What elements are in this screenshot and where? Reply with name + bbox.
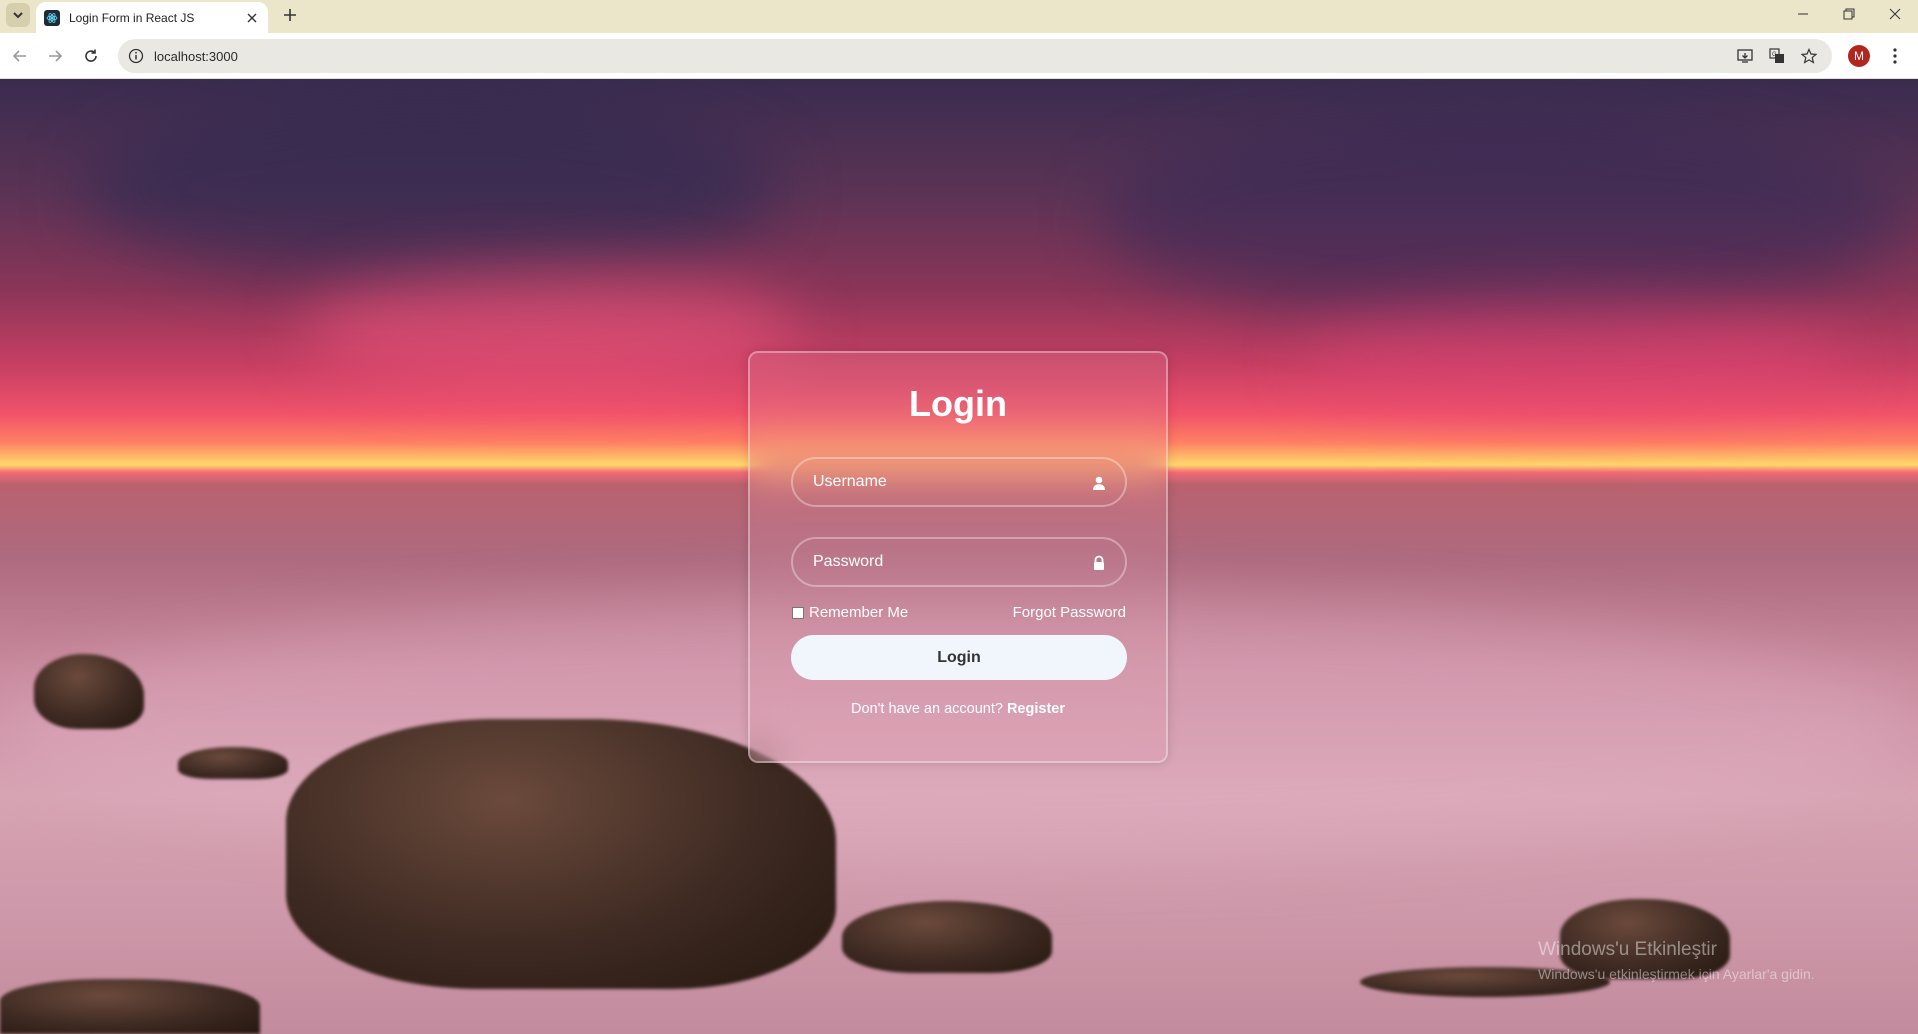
chevron-down-icon <box>13 12 23 19</box>
register-link[interactable]: Register <box>1007 701 1065 717</box>
password-input[interactable] <box>793 539 1125 585</box>
login-title: Login <box>909 383 1007 424</box>
minimize-icon <box>1798 13 1808 15</box>
cloud-shape <box>80 99 780 279</box>
translate-icon[interactable]: G <box>1764 43 1790 69</box>
restore-button[interactable] <box>1826 0 1872 28</box>
forward-button[interactable] <box>41 42 69 70</box>
back-button[interactable] <box>6 42 34 70</box>
watermark-title: Windows'u Etkinleştir <box>1538 939 1717 960</box>
profile-avatar[interactable]: M <box>1848 45 1870 67</box>
more-vertical-icon <box>1893 48 1897 64</box>
remember-me[interactable]: Remember Me <box>792 604 908 621</box>
arrow-right-icon <box>49 50 62 62</box>
reload-icon <box>85 49 97 62</box>
tab-title: Login Form in React JS <box>69 10 195 25</box>
username-field-wrapper <box>791 457 1127 507</box>
info-icon[interactable] <box>128 48 144 64</box>
browser-toolbar: localhost:3000 G M <box>0 33 1918 79</box>
register-prompt: Don't have an account? Register <box>750 701 1166 717</box>
forgot-password-link[interactable]: Forgot Password <box>1013 604 1126 621</box>
login-page-background: Login Remember Me Forgot Password Login … <box>0 79 1918 1034</box>
rock-shape <box>178 747 288 779</box>
remember-me-checkbox[interactable] <box>792 606 804 619</box>
close-icon[interactable] <box>244 10 260 26</box>
username-input[interactable] <box>793 459 1125 505</box>
remember-me-label: Remember Me <box>809 604 909 621</box>
register-prompt-text: Don't have an account? <box>851 701 1003 717</box>
close-window-button[interactable] <box>1872 0 1918 28</box>
react-logo-icon <box>44 9 60 26</box>
browser-menu-button[interactable] <box>1884 45 1906 67</box>
cloud-shape <box>300 269 800 389</box>
arrow-left-icon <box>13 50 26 62</box>
address-bar[interactable]: localhost:3000 G <box>118 39 1832 73</box>
tab-strip: Login Form in React JS <box>0 0 1918 33</box>
minimize-button[interactable] <box>1780 0 1826 28</box>
star-icon[interactable] <box>1796 43 1822 69</box>
plus-icon <box>284 9 296 21</box>
password-field-wrapper <box>791 537 1127 587</box>
new-tab-button[interactable] <box>278 3 302 27</box>
install-app-icon[interactable] <box>1732 43 1758 69</box>
restore-icon <box>1843 8 1855 20</box>
user-icon <box>1093 476 1105 490</box>
url-text[interactable]: localhost:3000 <box>154 49 238 64</box>
windows-activation-watermark: Windows'u Etkinleştir Windows'u etkinleş… <box>1538 939 1815 982</box>
lock-icon <box>1094 555 1104 570</box>
rock-shape <box>0 979 260 1034</box>
rock-shape <box>842 901 1052 973</box>
browser-tab[interactable]: Login Form in React JS <box>36 2 268 33</box>
watermark-subtitle: Windows'u etkinleştirmek için Ayarlar'a … <box>1538 966 1815 982</box>
svg-text:G: G <box>1772 52 1777 58</box>
login-card: Login Remember Me Forgot Password Login … <box>748 351 1168 763</box>
cloud-shape <box>1100 119 1900 319</box>
reload-button[interactable] <box>77 42 105 70</box>
tab-search-button[interactable] <box>6 3 30 27</box>
login-button[interactable]: Login <box>791 635 1127 680</box>
cloud-shape <box>1300 299 1850 419</box>
close-icon <box>1889 8 1901 20</box>
